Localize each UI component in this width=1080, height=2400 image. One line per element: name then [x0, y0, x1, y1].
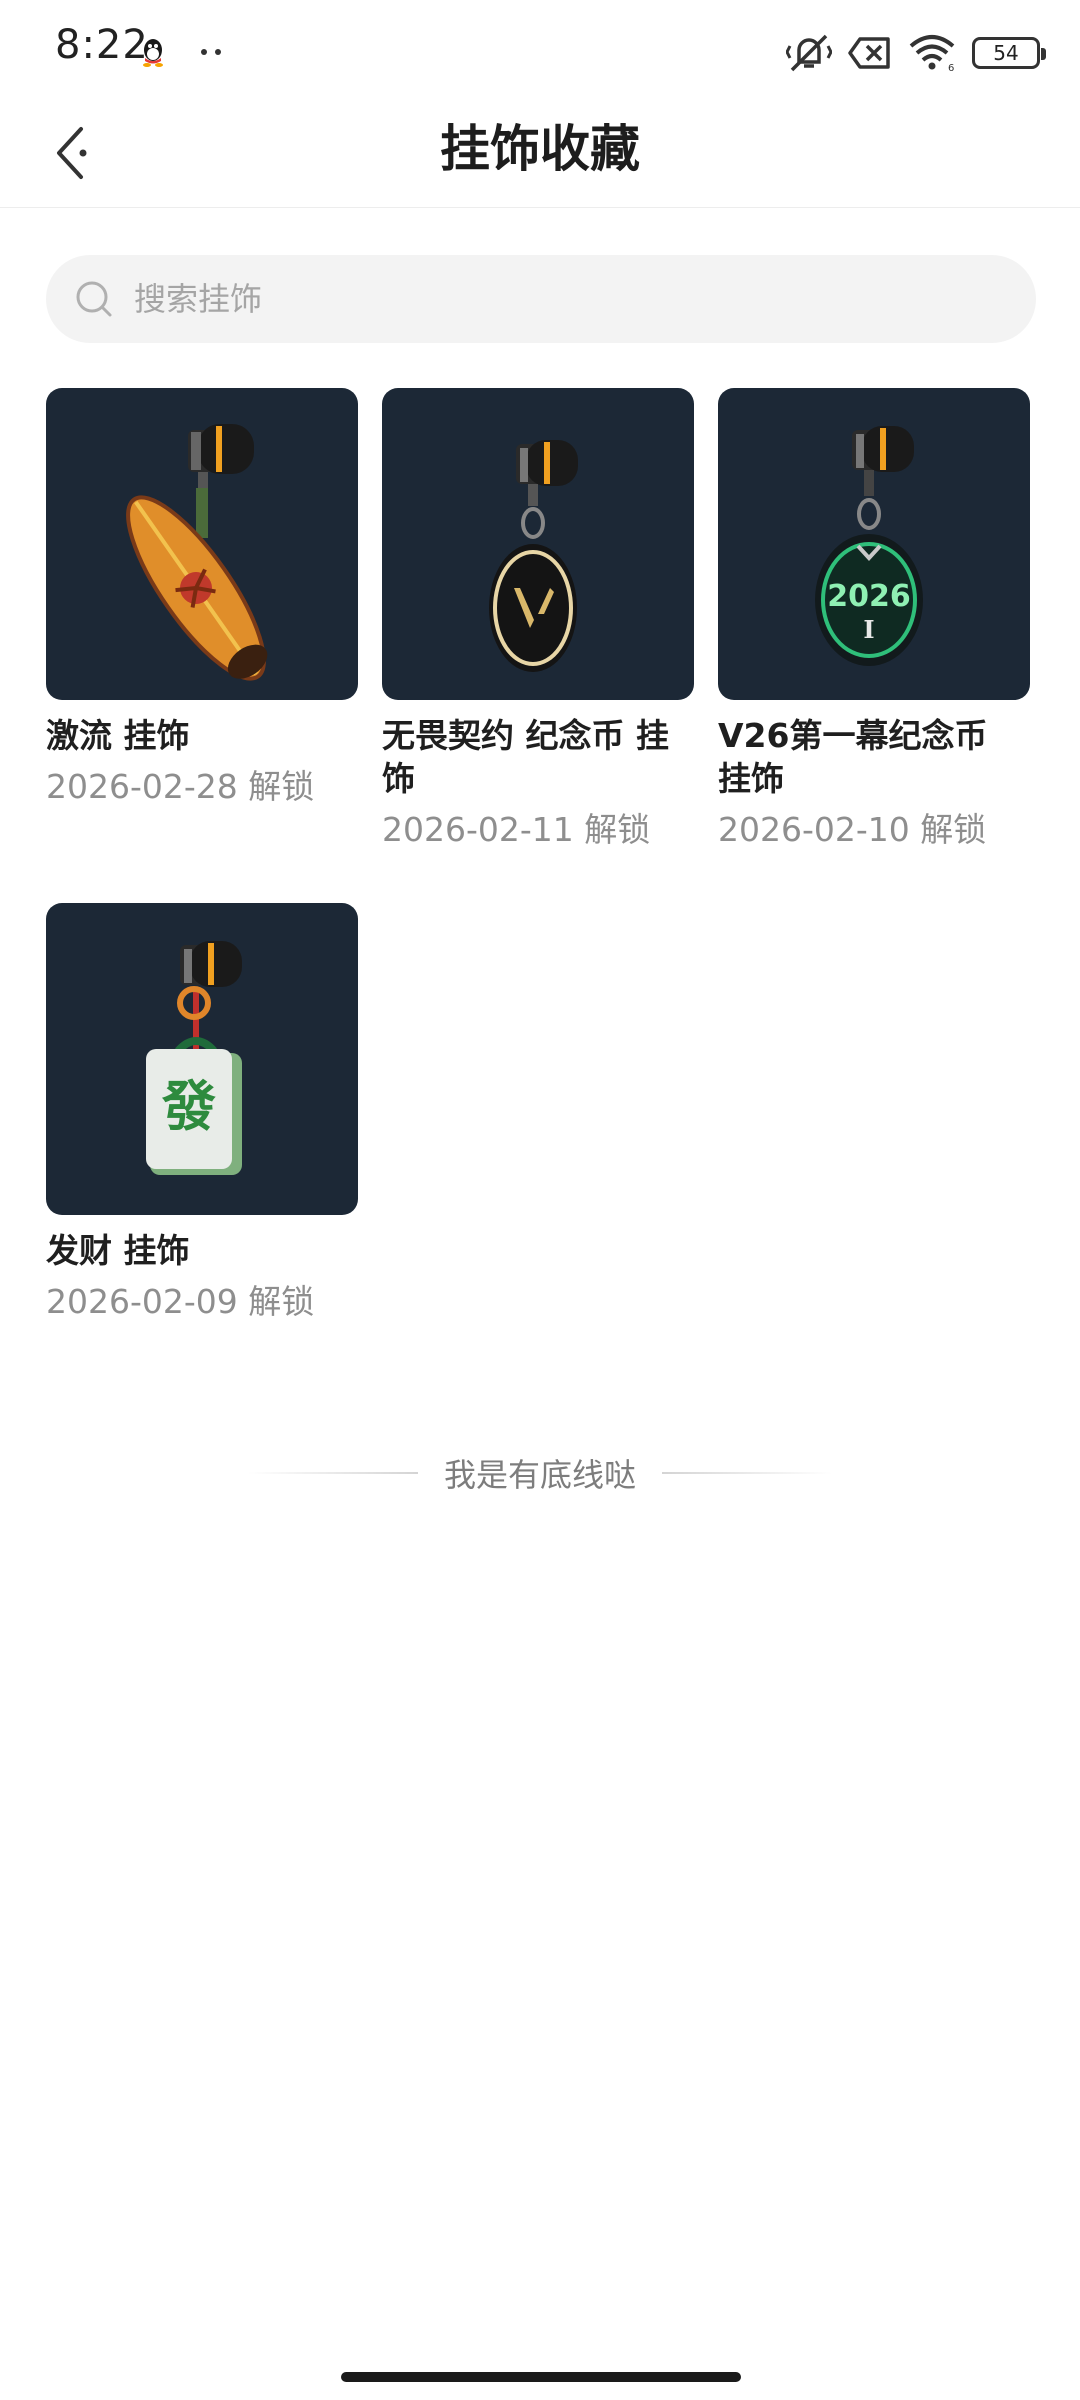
charm-unlock-date: 2026-02-10 解锁 — [718, 810, 987, 849]
home-indicator[interactable] — [341, 2372, 741, 2382]
charm-name: 激流 挂饰 — [46, 716, 190, 755]
search-input[interactable] — [132, 279, 1036, 319]
top-bar: 挂饰收藏 — [0, 100, 1080, 208]
tile-character: 發 — [161, 1074, 216, 1138]
search-icon — [76, 281, 112, 317]
valorant-coin-charm-icon — [489, 440, 578, 672]
list-end-text: 我是有底线哒 — [443, 1456, 636, 1494]
search-bar[interactable] — [46, 255, 1036, 343]
wifi-icon: 6 — [909, 35, 954, 72]
status-bar: 8:22 6 54 — [0, 0, 1080, 100]
charm-unlock-date: 2026-02-28 解锁 — [46, 767, 315, 806]
charm-item[interactable]: 无畏契约 纪念币 挂饰 2026-02-11 解锁 — [382, 388, 694, 851]
coin-year: 2026 — [827, 579, 911, 614]
charm-thumbnail: 發 — [46, 903, 358, 1215]
svg-text:6: 6 — [948, 63, 954, 72]
status-time: 8:22 — [55, 22, 149, 68]
charm-thumbnail: 2026 I — [718, 388, 1030, 700]
charm-name: 无畏契约 纪念币 挂饰 — [382, 716, 669, 798]
charm-name: V26第一幕纪念币 挂饰 — [718, 716, 988, 798]
qq-icon — [143, 39, 163, 67]
charm-thumbnail — [46, 388, 358, 700]
mahjong-tile-charm-icon: 發 — [146, 941, 242, 1175]
v26-coin-charm-icon: 2026 I — [815, 426, 923, 666]
charm-item[interactable]: 發 发财 挂饰 2026-02-09 解锁 — [46, 903, 358, 1323]
status-icons: 6 54 — [786, 28, 1046, 78]
battery-icon: 54 — [972, 37, 1046, 69]
charm-unlock-date: 2026-02-11 解锁 — [382, 810, 651, 849]
list-end-indicator: 我是有底线哒 — [0, 1448, 1080, 1498]
more-dots-icon — [201, 49, 221, 55]
mute-vibrate-icon — [786, 34, 832, 72]
surfboard-charm-icon — [126, 424, 268, 681]
charm-name: 发财 挂饰 — [46, 1231, 190, 1270]
divider — [662, 1472, 832, 1474]
charm-thumbnail — [382, 388, 694, 700]
charm-item[interactable]: 激流 挂饰 2026-02-28 解锁 — [46, 388, 358, 808]
battery-level: 54 — [993, 41, 1019, 65]
divider — [247, 1472, 418, 1474]
page-title: 挂饰收藏 — [440, 120, 640, 178]
coin-act: I — [863, 615, 874, 644]
no-sim-icon — [848, 37, 890, 69]
charm-item[interactable]: 2026 I V26第一幕纪念币 挂饰 2026-02-10 解锁 — [718, 388, 1030, 851]
charm-unlock-date: 2026-02-09 解锁 — [46, 1282, 315, 1321]
